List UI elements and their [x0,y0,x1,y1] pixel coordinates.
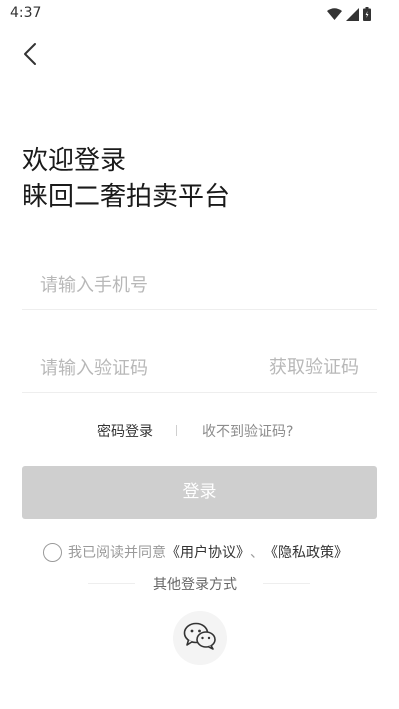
wechat-icon [183,622,217,654]
user-agreement-link[interactable]: 《用户协议》 [166,542,250,562]
agreement-checkbox[interactable] [43,542,62,562]
password-login-link[interactable]: 密码登录 [97,421,153,441]
other-login-divider-left [88,583,135,584]
no-code-link[interactable]: 收不到验证码? [202,421,293,441]
options-divider [176,425,177,436]
chevron-left-icon [23,42,37,70]
privacy-policy-link[interactable]: 《隐私政策》 [264,542,348,562]
other-login-divider-right [263,583,310,584]
wechat-login-button[interactable] [173,611,227,665]
status-bar: 4:37 [0,0,399,28]
login-options: 密码登录 收不到验证码? [0,421,399,441]
status-time: 4:37 [10,5,42,21]
back-button[interactable] [14,40,46,72]
phone-input[interactable] [40,268,270,302]
wifi-icon [327,6,342,25]
battery-icon [363,6,371,25]
welcome-heading: 欢迎登录 睐回二奢拍卖平台 [22,143,230,215]
phone-field [22,262,377,310]
other-login-label: 其他登录方式 [153,577,237,593]
status-icons [327,6,371,25]
signal-icon [346,6,359,25]
get-code-button[interactable]: 获取验证码 [269,353,359,379]
agreement-separator: 、 [250,545,264,561]
other-login-row: 其他登录方式 [0,572,399,594]
welcome-line-1: 欢迎登录 [22,146,127,176]
agreement-row: 我已阅读并同意 《用户协议》 、 《隐私政策》 [43,542,348,562]
login-button[interactable]: 登录 [22,466,377,519]
code-input[interactable] [40,351,270,385]
agreement-prefix: 我已阅读并同意 [68,545,166,561]
code-field: 获取验证码 [22,345,377,393]
welcome-line-2: 睐回二奢拍卖平台 [22,182,231,212]
